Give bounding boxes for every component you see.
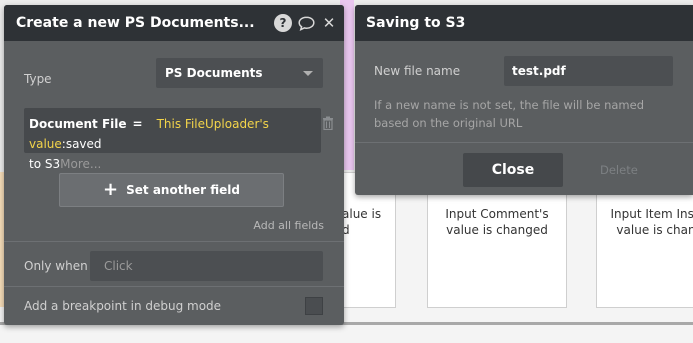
file-name-hint: If a new name is not set, the file will … xyxy=(374,98,644,130)
set-another-field-button[interactable]: + Set another field xyxy=(59,173,284,207)
saving-to-s3-panel: Saving to S3 New file name If a new name… xyxy=(355,5,693,195)
comment-icon[interactable] xyxy=(297,14,315,32)
set-another-field-label: Set another field xyxy=(126,183,240,197)
field-expression-line2[interactable]: to S3 xyxy=(29,157,60,171)
field-name: Document File xyxy=(29,117,127,131)
type-dropdown[interactable]: PS Documents xyxy=(156,58,323,88)
close-button[interactable]: Close xyxy=(463,153,563,187)
type-label: Type xyxy=(24,72,52,86)
field-expression-suffix[interactable]: :saved xyxy=(62,137,102,151)
delete-button[interactable]: Delete xyxy=(600,163,638,177)
field-operator: = xyxy=(132,117,143,131)
panel-header[interactable]: Saving to S3 xyxy=(355,5,693,41)
breakpoint-checkbox[interactable] xyxy=(305,297,323,315)
type-dropdown-value: PS Documents xyxy=(165,66,263,80)
field-more-link[interactable]: More... xyxy=(60,157,101,171)
plus-icon: + xyxy=(103,179,119,200)
breakpoint-label: Add a breakpoint in debug mode xyxy=(24,299,222,313)
action-property-panel: Create a new PS Documents... ? ✕ Type PS… xyxy=(4,5,344,325)
new-file-name-label: New file name xyxy=(374,64,461,78)
section-divider xyxy=(4,241,344,242)
panel-title: Saving to S3 xyxy=(366,15,466,31)
chevron-down-icon xyxy=(303,71,313,76)
panel-header[interactable]: Create a new PS Documents... ? ✕ xyxy=(4,5,344,41)
new-file-name-input[interactable] xyxy=(504,56,673,86)
section-divider xyxy=(355,142,693,143)
help-icon[interactable]: ? xyxy=(274,14,292,32)
field-assignment[interactable]: Document File = This FileUploader's value:… xyxy=(24,108,321,171)
only-when-label: Only when xyxy=(24,259,88,273)
add-all-fields-link[interactable]: Add all fields xyxy=(253,219,324,232)
panel-title: Create a new PS Documents... xyxy=(16,15,255,31)
trash-icon[interactable] xyxy=(322,116,334,131)
section-divider xyxy=(4,286,344,287)
only-when-input[interactable] xyxy=(90,251,323,281)
close-icon[interactable]: ✕ xyxy=(320,14,338,32)
